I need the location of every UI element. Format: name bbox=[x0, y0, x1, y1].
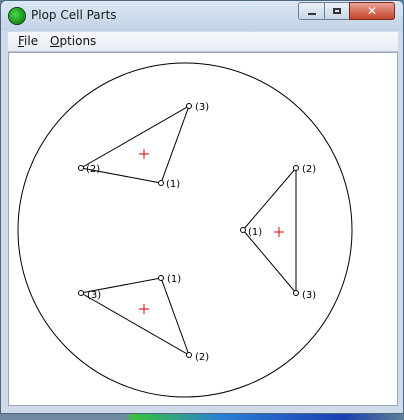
window-title: Plop Cell Parts bbox=[31, 8, 117, 22]
vertex-handle[interactable] bbox=[78, 165, 84, 171]
vertex-label: (1) bbox=[167, 274, 181, 285]
vertex-label: (1) bbox=[248, 227, 262, 238]
close-button[interactable]: ✕ bbox=[349, 2, 395, 20]
vertex-handle[interactable] bbox=[158, 180, 164, 186]
maximize-icon bbox=[333, 8, 341, 14]
taskbar-strip bbox=[0, 414, 404, 420]
centroid-marker bbox=[274, 227, 284, 237]
vertex-handle[interactable] bbox=[186, 352, 192, 358]
app-icon bbox=[9, 8, 25, 24]
centroid-marker bbox=[139, 149, 149, 159]
vertex-label: (3) bbox=[195, 102, 209, 113]
minimize-button[interactable] bbox=[298, 2, 325, 20]
vertex-handle[interactable] bbox=[240, 227, 246, 233]
vertex-label: (1) bbox=[166, 179, 180, 190]
drawing-canvas[interactable]: (3) (2) (1) (2) (1) (3) (1) (3) (2) bbox=[8, 52, 398, 406]
vertex-handle[interactable] bbox=[293, 290, 299, 296]
vertex-label: (3) bbox=[87, 290, 101, 301]
vertex-label: (3) bbox=[302, 290, 316, 301]
vertex-handle[interactable] bbox=[186, 103, 192, 109]
app-window: Plop Cell Parts ✕ File Options (3) (2) (… bbox=[0, 0, 404, 414]
vertex-label: (2) bbox=[195, 352, 209, 363]
cell-drawing: (3) (2) (1) (2) (1) (3) (1) (3) (2) bbox=[17, 62, 353, 398]
menu-options[interactable]: Options bbox=[48, 34, 98, 48]
menu-bar: File Options bbox=[8, 32, 398, 52]
close-icon: ✕ bbox=[366, 4, 378, 18]
menu-options-label-rest: ptions bbox=[59, 34, 97, 48]
vertex-label: (2) bbox=[302, 164, 316, 175]
vertex-label: (2) bbox=[86, 164, 100, 175]
menu-file[interactable]: File bbox=[16, 34, 40, 48]
vertex-handle[interactable] bbox=[293, 165, 299, 171]
title-bar[interactable]: Plop Cell Parts ✕ bbox=[1, 1, 403, 31]
minimize-icon bbox=[307, 13, 316, 15]
maximize-button[interactable] bbox=[324, 2, 350, 20]
vertex-handle[interactable] bbox=[158, 275, 164, 281]
vertex-handle[interactable] bbox=[78, 290, 84, 296]
menu-file-label-rest: ile bbox=[24, 34, 39, 48]
centroid-marker bbox=[139, 304, 149, 314]
cell-boundary-circle bbox=[17, 62, 353, 398]
